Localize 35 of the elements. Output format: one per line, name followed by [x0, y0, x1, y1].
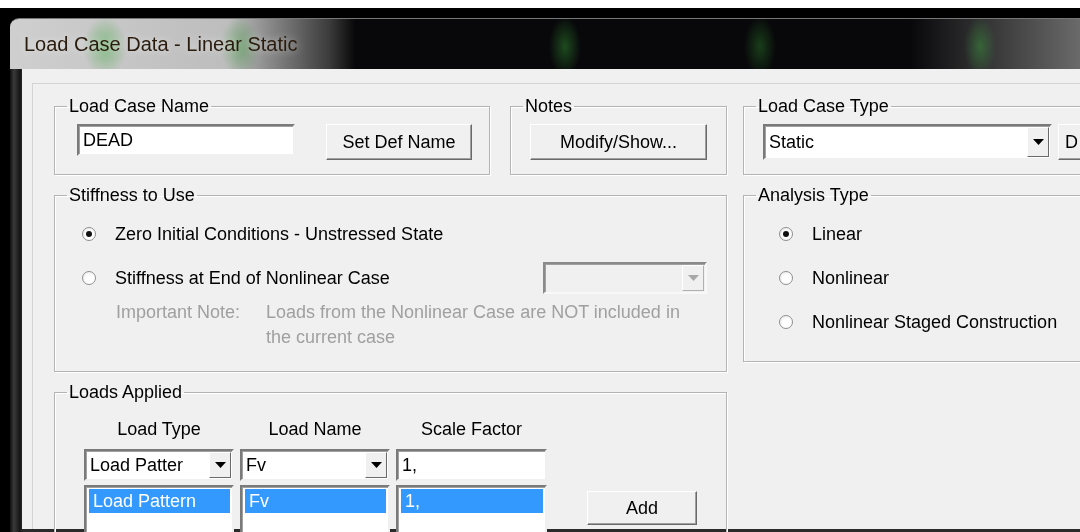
- add-button[interactable]: Add: [587, 491, 697, 525]
- radio-label: Linear: [812, 223, 863, 245]
- column-header: Scale Factor: [420, 418, 522, 441]
- radio-label: Nonlinear: [812, 267, 890, 289]
- radio-button[interactable]: [779, 227, 793, 241]
- define-button[interactable]: D: [1058, 124, 1080, 160]
- radio-label: Zero Initial Conditions - Unstressed State: [115, 223, 444, 245]
- radio-button[interactable]: [779, 271, 793, 285]
- group-label: Analysis Type: [757, 184, 870, 206]
- note-label: Important Note:: [116, 301, 242, 324]
- dropdown[interactable]: Load Patter: [84, 449, 234, 481]
- caret-icon: [687, 275, 699, 281]
- radio-button[interactable]: [82, 271, 96, 285]
- note-text: Loads from the Nonlinear Case are NOT included in the current case: [266, 301, 681, 349]
- column-header: Load Type: [117, 418, 201, 441]
- text-field[interactable]: DEAD: [77, 124, 295, 156]
- dropdown[interactable]: Fv: [240, 449, 390, 481]
- radio-label: Nonlinear Staged Construction: [812, 311, 1058, 333]
- radio-button[interactable]: [82, 227, 96, 241]
- group-label: Load Case Type: [757, 95, 890, 117]
- group-label: Notes: [524, 95, 574, 117]
- group-label: Stiffness to Use: [68, 184, 196, 206]
- caret-icon: [370, 462, 382, 468]
- caret-icon: [214, 462, 226, 468]
- caret-icon: [1032, 139, 1044, 145]
- window-title: Load Case Data - Linear Static: [24, 32, 298, 56]
- radio-label: Stiffness at End of Nonlinear Case: [115, 267, 390, 289]
- group-label: Loads Applied: [68, 381, 184, 403]
- column-header: Load Name: [268, 418, 362, 441]
- dropdown[interactable]: Static: [763, 124, 1052, 160]
- group-label: Load Case Name: [68, 95, 211, 117]
- modify-show-button[interactable]: Modify/Show...: [530, 124, 707, 160]
- text-field[interactable]: 1,: [396, 449, 547, 481]
- radio-button[interactable]: [779, 315, 793, 329]
- set-def-name-button[interactable]: Set Def Name: [326, 124, 472, 160]
